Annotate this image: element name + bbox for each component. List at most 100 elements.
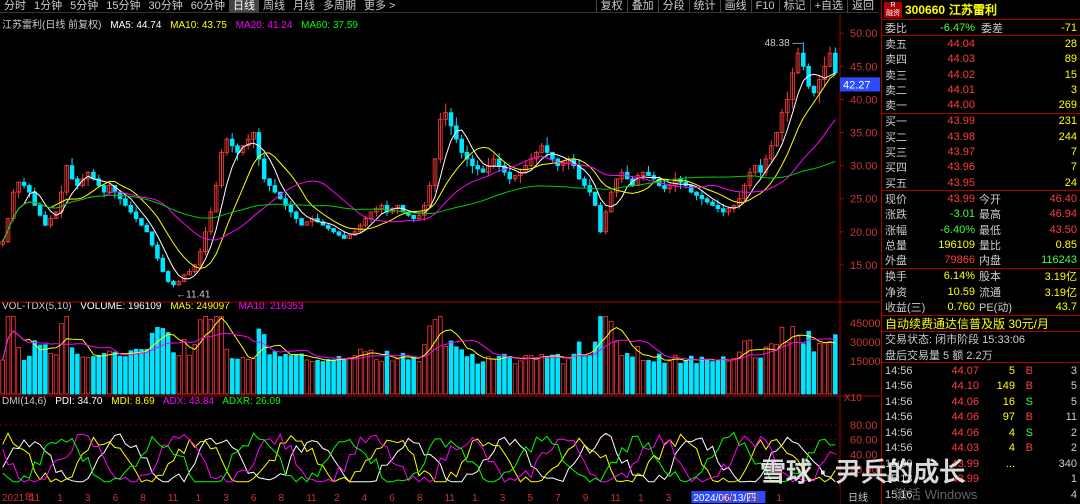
ask-row-5: 卖五 44.04 28 — [882, 36, 1080, 51]
ask-book: 卖五 44.04 28 卖四 44.03 89 卖三 44.02 15 卖二 44.01 3 卖一 44.… — [882, 35, 1080, 112]
volume-bar — [619, 355, 625, 395]
volume-bar — [785, 341, 790, 395]
bid-row-3: 买三 43.97 7 — [882, 144, 1080, 159]
volume-bar — [486, 356, 491, 395]
x-tick-label: 6 — [251, 493, 257, 504]
candle-body — [587, 185, 593, 193]
trade-n: 16 — [1002, 395, 1015, 408]
volume-bar — [491, 358, 496, 395]
volume-bar — [822, 342, 827, 395]
volume-bar — [139, 349, 144, 395]
stat-row-4: 外盘 79866 内盘 116243 — [882, 252, 1080, 267]
volume-bar — [518, 360, 523, 395]
x-tick-label: 7 — [555, 493, 561, 504]
volume-bar — [203, 316, 208, 395]
volume-bar — [128, 350, 134, 395]
period-tab-0[interactable]: 分时 — [0, 0, 30, 13]
stat2-b-2: 0.760 — [947, 300, 975, 313]
x-tick-label: 5 — [527, 493, 533, 504]
tool-button-6[interactable]: 标记 — [778, 0, 810, 13]
stat2-row-1: 净资 10.59 流通 3.19亿 — [882, 284, 1080, 299]
tool-button-0[interactable]: 复权 — [595, 0, 627, 13]
vol-ma10-line — [2, 330, 836, 361]
volume-bar — [811, 351, 817, 395]
volume-bar — [779, 326, 785, 395]
period-label: 日线 — [848, 491, 868, 504]
volume-bar — [133, 348, 139, 395]
stat2-c-1: 流通 — [979, 286, 1001, 299]
bid-row-2-volume: 244 — [1058, 130, 1077, 143]
candle-body — [507, 171, 513, 180]
period-tab-7[interactable]: 周线 — [259, 0, 289, 13]
x-tick-label: 3 — [500, 493, 506, 504]
stats-block-2: 换手 6.14% 股本 3.19亿 净资 10.59 流通 3.19亿 收益(三) 0.760 PE… — [882, 267, 1080, 315]
volume-bar — [342, 358, 347, 395]
tool-button-5[interactable]: F10 — [750, 0, 779, 13]
margin-badge: R 融资 — [884, 1, 902, 18]
kline-chart[interactable]: 15.00 20.00 25.00 30.00 35.00 40.00 45.00 50.00… — [0, 14, 880, 504]
tool-button-7[interactable]: +自选 — [809, 0, 847, 13]
trade-k: 1 — [1070, 473, 1077, 486]
candle-body — [758, 165, 763, 173]
candle-body — [662, 185, 667, 190]
ask-row-3: 卖三 44.02 15 — [882, 67, 1080, 82]
period-tab-9[interactable]: 多周期 — [319, 0, 360, 13]
x-tick-label: 3 — [85, 493, 91, 504]
tool-button-1[interactable]: 叠加 — [626, 0, 658, 13]
candle-body — [582, 178, 587, 186]
ask-row-5-price: 44.04 — [947, 37, 975, 50]
trade-row: 14:56 44.07 5 B 3 — [882, 363, 1080, 379]
x-tick-label: 11 — [168, 493, 179, 504]
stat2-c-2: PE(动) — [979, 302, 1012, 314]
ask-row-3-label: 卖三 — [885, 69, 907, 82]
x-tick-label: 1 — [638, 493, 644, 504]
volume-bar — [640, 360, 646, 395]
period-tab-5[interactable]: 60分钟 — [187, 0, 229, 13]
volume-bar — [64, 316, 69, 395]
trade-n: 5 — [1008, 364, 1015, 377]
trade-k: 5 — [1070, 395, 1077, 408]
stat2-b-1: 10.59 — [947, 285, 975, 298]
bid-row-2-label: 买二 — [885, 131, 907, 144]
volume-bar — [512, 363, 518, 395]
volume-bar — [422, 344, 427, 395]
tool-button-8[interactable]: 返回 — [847, 0, 878, 13]
stat-d-0: 46.40 — [1049, 192, 1077, 205]
candle-body — [299, 218, 304, 226]
candle-body — [694, 191, 699, 196]
volume-bar — [710, 361, 715, 395]
volume-bar — [85, 357, 91, 395]
trade-p: 44.06 — [951, 395, 979, 408]
period-tab-3[interactable]: 15分钟 — [102, 0, 144, 13]
tool-button-3[interactable]: 统计 — [688, 0, 720, 13]
trade-s: B — [1025, 380, 1033, 393]
period-tab-10[interactable]: 更多 > — [360, 0, 399, 13]
volume-bar — [459, 349, 464, 395]
price-tick-label: 40.00 — [850, 94, 878, 106]
period-tab-6[interactable]: 日线 — [229, 0, 259, 13]
period-tab-4[interactable]: 30分钟 — [145, 0, 187, 13]
volume-bar — [5, 316, 11, 395]
volume-bar — [801, 343, 806, 395]
tool-button-4[interactable]: 画线 — [719, 0, 751, 13]
x-tick-label: 12 — [749, 493, 761, 504]
trade-k: 4 — [1070, 488, 1077, 501]
volume-bar — [240, 357, 246, 395]
ma10-line — [2, 73, 836, 270]
candle-body — [128, 204, 134, 213]
tool-button-2[interactable]: 分段 — [657, 0, 689, 13]
stat-row-1: 涨跌 -3.01 最高 46.94 — [882, 207, 1080, 222]
volume-bar — [400, 352, 406, 395]
volume-bar — [672, 354, 678, 395]
trade-t: 14:56 — [885, 411, 913, 424]
period-tab-1[interactable]: 1分钟 — [30, 0, 66, 13]
volume-bar — [213, 316, 219, 395]
subscription-ad[interactable]: 自动续费通达信普及版 30元/月 — [882, 314, 1080, 332]
volume-bar — [598, 316, 603, 395]
period-tab-8[interactable]: 月线 — [289, 0, 319, 13]
period-tab-2[interactable]: 5分钟 — [66, 0, 102, 13]
volume-bar — [347, 357, 352, 395]
trade-p: 44.10 — [951, 380, 979, 393]
volume-bar — [534, 358, 539, 395]
volume-bar — [235, 358, 240, 395]
